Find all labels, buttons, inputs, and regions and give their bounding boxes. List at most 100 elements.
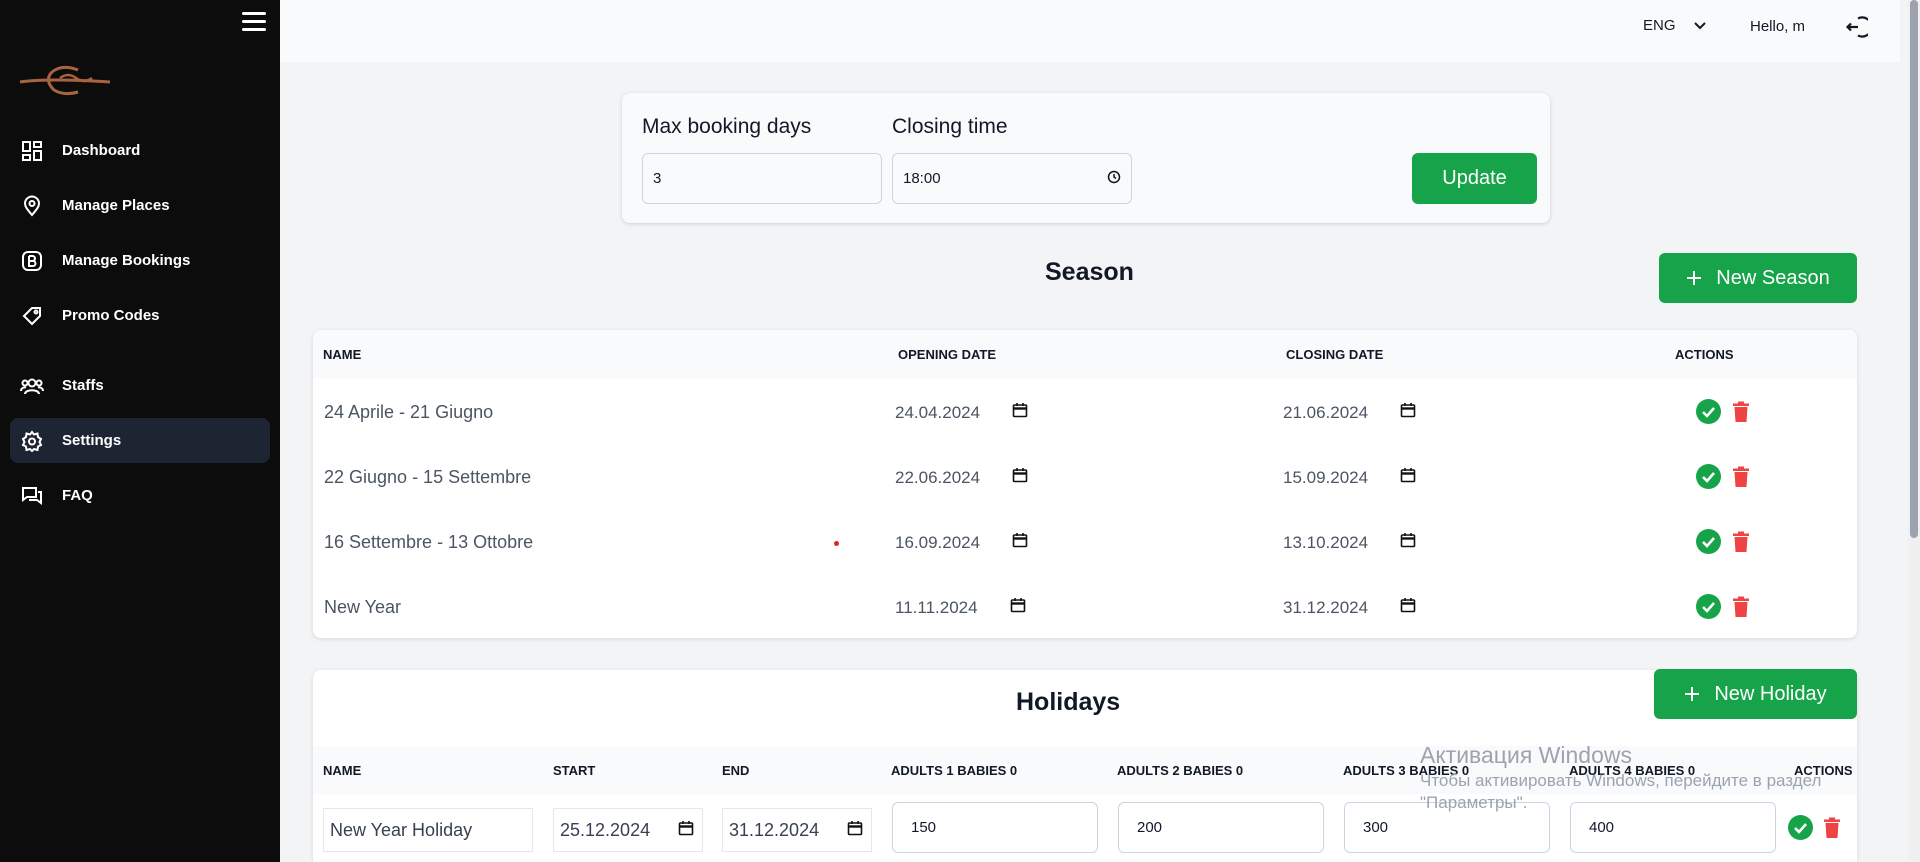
closing-date-input[interactable]: 31.12.2024 [1283,597,1416,618]
users-icon [20,374,44,398]
sidebar: Dashboard Manage Places Manage Bookings … [0,0,280,862]
calendar-icon[interactable] [678,820,694,841]
logout-icon[interactable] [1842,14,1873,45]
page-scrollbar[interactable] [1908,0,1920,862]
max-booking-days-value: 3 [653,170,662,187]
closing-date-value: 31.12.2024 [1283,597,1369,617]
calendar-icon[interactable] [1012,467,1028,488]
save-check-icon[interactable] [1696,399,1721,424]
sidebar-nav: Dashboard Manage Places Manage Bookings … [10,128,270,528]
calendar-icon[interactable] [1400,402,1416,423]
trash-icon[interactable] [1823,817,1841,839]
watermark-title: Активация Windows [1420,742,1632,768]
holiday-start-input[interactable]: 25.12.2024 [553,808,703,852]
season-title: Season [1045,258,1134,286]
trash-icon[interactable] [1732,596,1750,618]
closing-date-input[interactable]: 21.06.2024 [1283,402,1416,423]
language-selector[interactable]: ENG [1643,17,1706,34]
update-button[interactable]: Update [1412,153,1537,204]
trash-icon[interactable] [1732,531,1750,553]
season-name[interactable]: New Year [324,597,401,618]
opening-date-value: 16.09.2024 [895,532,981,552]
save-check-icon[interactable] [1696,464,1721,489]
scrollbar-thumb[interactable] [1910,0,1918,538]
sidebar-item-manage-bookings[interactable]: Manage Bookings [10,238,270,283]
opening-date-input[interactable]: 22.06.2024 [895,467,1028,488]
plus-icon [1684,686,1700,702]
sidebar-item-dashboard[interactable]: Dashboard [10,128,270,173]
closing-time-label: Closing time [892,115,1008,138]
max-booking-days-input[interactable]: 3 [642,153,882,204]
new-season-label: New Season [1716,266,1830,289]
tag-icon [20,304,44,328]
closing-date-value: 15.09.2024 [1283,467,1369,487]
booking-config-card: Max booking days 3 Closing time 18:00 Up… [622,93,1550,223]
column-header-name: NAME [323,347,362,362]
closing-date-input[interactable]: 15.09.2024 [1283,467,1416,488]
sidebar-item-label: Manage Bookings [62,252,191,269]
hamburger-menu-icon[interactable] [242,12,266,34]
column-header-end: END [722,763,750,778]
holiday-end-value: 31.12.2024 [729,819,820,840]
holidays-title: Holidays [1016,688,1121,716]
opening-date-input[interactable]: 16.09.2024 [895,532,1028,553]
holiday-name-input[interactable]: New Year Holiday [323,808,533,852]
sidebar-item-promo-codes[interactable]: Promo Codes [10,293,270,338]
season-name[interactable]: 16 Settembre - 13 Ottobre [324,532,533,553]
sidebar-item-staffs[interactable]: Staffs [10,363,270,408]
chevron-down-icon [1693,17,1706,34]
column-header-adults-1: ADULTS 1 BABIES 0 [891,763,1018,778]
calendar-icon[interactable] [1400,597,1416,618]
new-holiday-label: New Holiday [1714,682,1827,705]
column-header-actions: ACTIONS [1675,347,1734,362]
sidebar-item-label: Manage Places [62,197,170,214]
user-greeting: Hello, m [1750,18,1806,35]
closing-date-input[interactable]: 13.10.2024 [1283,532,1416,553]
season-table: NAME OPENING DATE CLOSING DATE ACTIONS 2… [313,330,1857,638]
calendar-icon[interactable] [1010,597,1026,618]
price-adults-1-input[interactable]: 150 [892,802,1098,853]
new-holiday-button[interactable]: New Holiday [1654,669,1857,719]
trash-icon[interactable] [1732,466,1750,488]
sidebar-item-manage-places[interactable]: Manage Places [10,183,270,228]
holiday-end-input[interactable]: 31.12.2024 [722,808,872,852]
holiday-start-value: 25.12.2024 [560,819,651,840]
watermark-line: "Параметры". [1420,793,1528,812]
sidebar-item-label: Settings [62,432,122,449]
calendar-icon[interactable] [1400,467,1416,488]
closing-date-value: 21.06.2024 [1283,402,1369,422]
language-value: ENG [1643,17,1676,34]
sidebar-item-label: Promo Codes [62,307,160,324]
new-season-button[interactable]: New Season [1659,253,1857,303]
top-bar: ENG Hello, m [280,0,1900,62]
main-content: ENG Hello, m Max booking days 3 Closing … [280,0,1900,862]
trash-icon[interactable] [1732,401,1750,423]
sidebar-item-faq[interactable]: FAQ [10,473,270,518]
save-check-icon[interactable] [1696,594,1721,619]
brand-logo[interactable] [18,62,114,103]
opening-date-input[interactable]: 24.04.2024 [895,402,1028,423]
calendar-icon[interactable] [1012,532,1028,553]
calendar-icon[interactable] [847,820,863,841]
dashboard-icon [20,139,44,163]
opening-date-value: 22.06.2024 [895,467,981,487]
opening-date-input[interactable]: 11.11.2024 [895,597,1026,618]
opening-date-value: 24.04.2024 [895,402,981,422]
chat-icon [20,484,44,508]
season-name[interactable]: 24 Aprile - 21 Giugno [324,402,493,423]
save-check-icon[interactable] [1788,815,1813,840]
closing-date-value: 13.10.2024 [1283,532,1369,552]
season-name[interactable]: 22 Giugno - 15 Settembre [324,467,531,488]
closing-time-value: 18:00 [903,170,941,187]
sidebar-item-settings[interactable]: Settings [10,418,270,463]
calendar-icon[interactable] [1012,402,1028,423]
max-booking-days-label: Max booking days [642,115,812,138]
save-check-icon[interactable] [1696,529,1721,554]
booking-icon [20,249,44,273]
gear-icon [20,429,44,453]
price-adults-2-input[interactable]: 200 [1118,802,1324,853]
calendar-icon[interactable] [1400,532,1416,553]
column-header-start: START [553,763,596,778]
clock-icon[interactable] [1107,170,1121,188]
closing-time-input[interactable]: 18:00 [892,153,1132,204]
